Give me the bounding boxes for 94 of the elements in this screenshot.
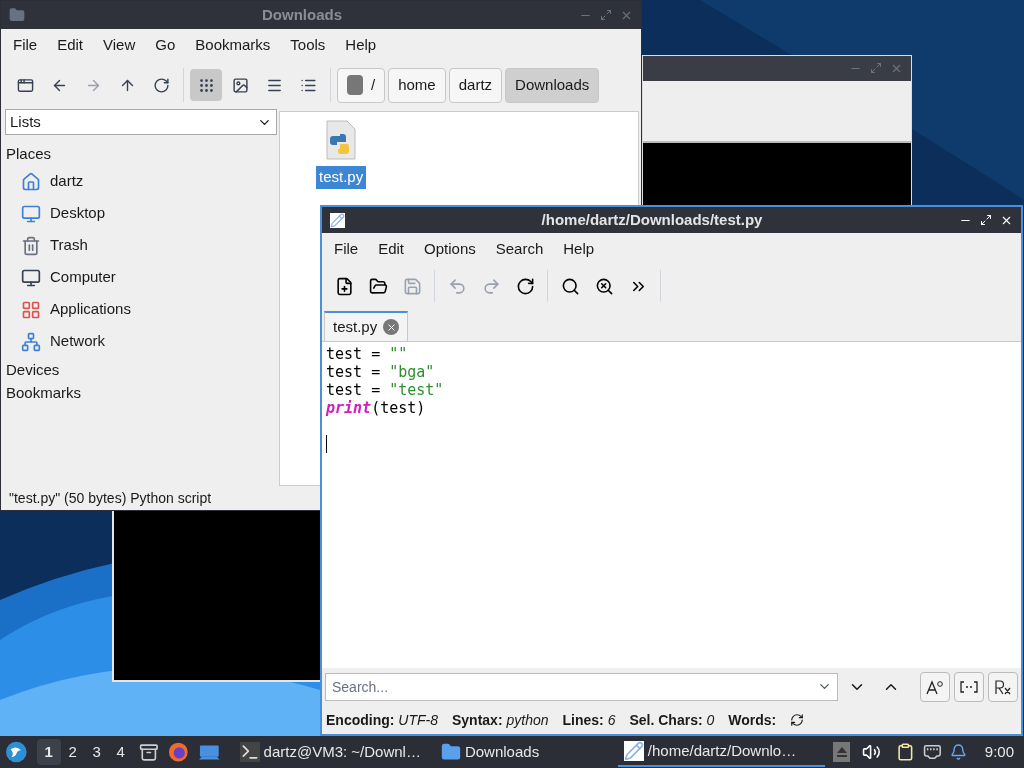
regex-icon xyxy=(994,679,1012,695)
workspace-button[interactable]: 3 xyxy=(84,739,109,765)
close-tab-icon[interactable] xyxy=(383,319,400,335)
place-item[interactable]: Computer xyxy=(3,261,279,294)
task-button[interactable]: dartz@VM3: ~/Downl… xyxy=(233,737,427,767)
desktop-icon xyxy=(21,203,41,224)
workspace-button[interactable]: 1 xyxy=(36,739,61,765)
file-cabinet-icon[interactable] xyxy=(138,741,159,763)
workspace-button[interactable]: 4 xyxy=(108,739,133,765)
undo-icon xyxy=(447,276,467,296)
view-mode-button[interactable] xyxy=(190,69,222,101)
status-field: Syntax: python xyxy=(452,709,549,731)
menu-item[interactable]: View xyxy=(93,33,146,57)
notification-icon[interactable] xyxy=(949,743,967,761)
new-window-icon xyxy=(16,76,34,94)
menu-item[interactable]: Help xyxy=(335,33,387,57)
search-icon xyxy=(560,276,580,296)
python-file-icon xyxy=(324,120,359,160)
place-item[interactable]: Desktop xyxy=(3,197,279,230)
maximize-icon[interactable] xyxy=(980,213,992,226)
window-title: Downloads xyxy=(261,4,343,25)
place-item[interactable]: Trash xyxy=(3,229,279,262)
workspace-button[interactable]: 2 xyxy=(60,739,85,765)
search-option-button[interactable] xyxy=(988,672,1018,702)
path-button[interactable]: home xyxy=(388,67,446,103)
menu-item[interactable]: Tools xyxy=(280,33,336,57)
side-pane-select[interactable]: Lists xyxy=(5,109,277,135)
new-file-icon xyxy=(334,276,354,296)
image-icon xyxy=(231,76,249,94)
reload-icon xyxy=(515,276,535,296)
network-icon xyxy=(21,331,41,352)
editor-icon xyxy=(623,741,644,761)
code-line: print(test) xyxy=(326,399,426,417)
section-heading: Devices xyxy=(5,359,61,380)
refresh-icon[interactable] xyxy=(790,713,805,727)
folder-icon xyxy=(9,7,25,23)
window-title: /home/dartz/Downloads/test.py xyxy=(540,209,764,230)
search-option-button[interactable] xyxy=(954,672,984,702)
computer-icon xyxy=(21,267,41,288)
status-field: Words: xyxy=(728,709,777,731)
reload-icon xyxy=(152,76,170,94)
path-button[interactable]: Downloads xyxy=(505,67,600,103)
search-option-button[interactable] xyxy=(920,672,950,702)
status-field: Encoding: UTF-8 xyxy=(326,709,438,731)
menu-item[interactable]: Edit xyxy=(47,33,94,57)
trash-icon xyxy=(21,235,41,256)
status-text: "test.py" (50 bytes) Python script xyxy=(9,488,212,508)
menu-item[interactable]: Help xyxy=(553,237,605,261)
menu-item[interactable]: Go xyxy=(145,33,186,57)
text-area[interactable]: test = "" test = "bga" test = "test" print(test) xyxy=(322,341,1021,668)
task-button[interactable]: Downloads xyxy=(434,737,614,767)
search-field[interactable]: Search... xyxy=(325,673,838,701)
folder-icon xyxy=(440,742,461,762)
status-field: Sel. Chars: 0 xyxy=(629,709,715,731)
save-icon xyxy=(402,276,422,296)
file-name[interactable]: test.py xyxy=(316,166,367,189)
menu-item[interactable]: File xyxy=(324,237,369,261)
browser-icon[interactable] xyxy=(168,741,189,763)
menu-item[interactable]: Bookmarks xyxy=(185,33,281,57)
terminal-icon xyxy=(239,742,260,762)
section-heading: Places xyxy=(5,144,53,164)
menu-item[interactable]: Search xyxy=(485,237,554,261)
text-cursor xyxy=(326,435,327,453)
start-menu-icon[interactable] xyxy=(6,741,27,763)
status-field: Lines: 6 xyxy=(562,709,616,731)
network-icon[interactable] xyxy=(923,742,942,762)
open-folder-icon xyxy=(368,276,388,296)
eject-icon[interactable] xyxy=(832,742,850,762)
place-item[interactable]: Network xyxy=(3,325,279,358)
replace-icon xyxy=(594,276,614,296)
menu-item[interactable]: Options xyxy=(414,237,486,261)
task-button[interactable]: /home/dartz/Downlo… xyxy=(617,737,825,767)
editor-tab[interactable]: test.py xyxy=(324,311,409,341)
code-line: test = "test" xyxy=(326,381,444,399)
volume-icon[interactable] xyxy=(861,742,881,762)
grid-icon xyxy=(197,76,215,94)
editor-icon xyxy=(330,212,345,228)
code-line: test = "bga" xyxy=(326,363,435,381)
code-line: test = "" xyxy=(326,345,408,363)
path-button[interactable]: dartz xyxy=(448,67,503,103)
menu-item[interactable]: Edit xyxy=(368,237,415,261)
redo-icon xyxy=(481,276,501,296)
apps-icon xyxy=(21,299,41,320)
match-case-icon xyxy=(926,679,944,695)
place-item[interactable]: dartz xyxy=(3,165,279,198)
menu-item[interactable]: File xyxy=(3,33,48,57)
section-heading: Bookmarks xyxy=(5,382,83,403)
desktop-icon[interactable] xyxy=(198,743,220,761)
place-item[interactable]: Applications xyxy=(3,293,279,326)
path-button[interactable]: / xyxy=(337,67,386,103)
home-folder-icon xyxy=(21,171,41,192)
whole-word-icon xyxy=(960,680,978,694)
drive-icon xyxy=(347,75,363,95)
clock[interactable]: 9:00 xyxy=(984,740,1014,764)
